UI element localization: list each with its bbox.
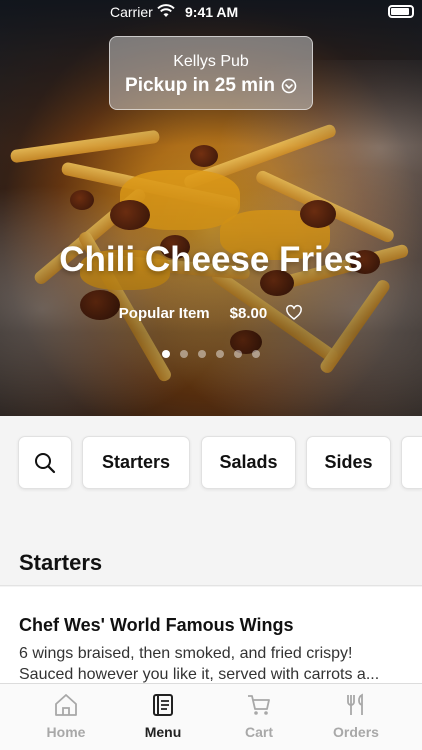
category-salads[interactable]: Salads	[201, 436, 296, 489]
carousel-dot[interactable]	[234, 350, 242, 358]
cart-icon	[248, 695, 270, 715]
category-bar: Starters Salads Sides	[0, 416, 422, 540]
carousel-dot[interactable]	[216, 350, 224, 358]
tab-label: Orders	[333, 724, 379, 740]
menu-item-description: 6 wings braised, then smoked, and fried …	[19, 645, 380, 683]
home-icon	[55, 694, 77, 716]
carousel-dot[interactable]	[198, 350, 206, 358]
category-label: Starters	[101, 452, 171, 472]
heart-icon[interactable]	[285, 304, 303, 322]
hero-banner[interactable]: Carrier 9:41 AM Kellys Pub Pickup in 25 …	[0, 0, 422, 416]
tab-cart[interactable]: Cart	[209, 692, 309, 740]
menu-item[interactable]: Chef Wes' World Famous Wings 6 wings bra…	[0, 587, 422, 683]
menu-item-title: Chef Wes' World Famous Wings	[19, 615, 294, 635]
wifi-icon	[157, 4, 175, 17]
featured-item-price: $8.00	[229, 304, 268, 322]
section-title: Starters	[19, 550, 103, 575]
status-bar: Carrier 9:41 AM	[0, 0, 422, 24]
restaurant-name: Kellys Pub	[173, 53, 249, 70]
category-label: Salads	[219, 452, 278, 472]
featured-item-tag: Popular Item	[118, 304, 210, 322]
category-starters[interactable]: Starters	[82, 436, 190, 489]
menu-book-icon	[153, 694, 173, 716]
featured-item-title: Chili Cheese Fries	[59, 240, 363, 279]
carousel-dot[interactable]	[252, 350, 260, 358]
tab-label: Cart	[244, 724, 273, 740]
tab-menu[interactable]: Menu	[113, 692, 213, 740]
category-next-partial[interactable]	[401, 436, 422, 489]
tab-home[interactable]: Home	[16, 692, 116, 740]
tab-label: Home	[46, 724, 86, 740]
carousel-dot[interactable]	[162, 350, 170, 358]
category-sides[interactable]: Sides	[306, 436, 391, 489]
tab-label: Menu	[144, 724, 182, 740]
search-button[interactable]	[18, 436, 72, 489]
fork-knife-icon	[347, 693, 363, 715]
pickup-eta: Pickup in 25 min	[125, 75, 275, 96]
pickup-selector[interactable]: Kellys Pub Pickup in 25 min	[109, 36, 313, 110]
carousel-indicator[interactable]	[0, 350, 422, 358]
carousel-dot[interactable]	[180, 350, 188, 358]
search-icon	[35, 452, 56, 473]
tab-orders[interactable]: Orders	[306, 692, 406, 740]
battery-icon	[388, 5, 414, 18]
clock-label: 9:41 AM	[185, 4, 239, 20]
carrier-label: Carrier	[110, 4, 153, 20]
category-label: Sides	[324, 452, 373, 472]
tab-bar: Home Menu Cart Orders	[0, 683, 422, 750]
chevron-down-icon	[281, 78, 297, 94]
section-header: Starters	[0, 540, 422, 586]
